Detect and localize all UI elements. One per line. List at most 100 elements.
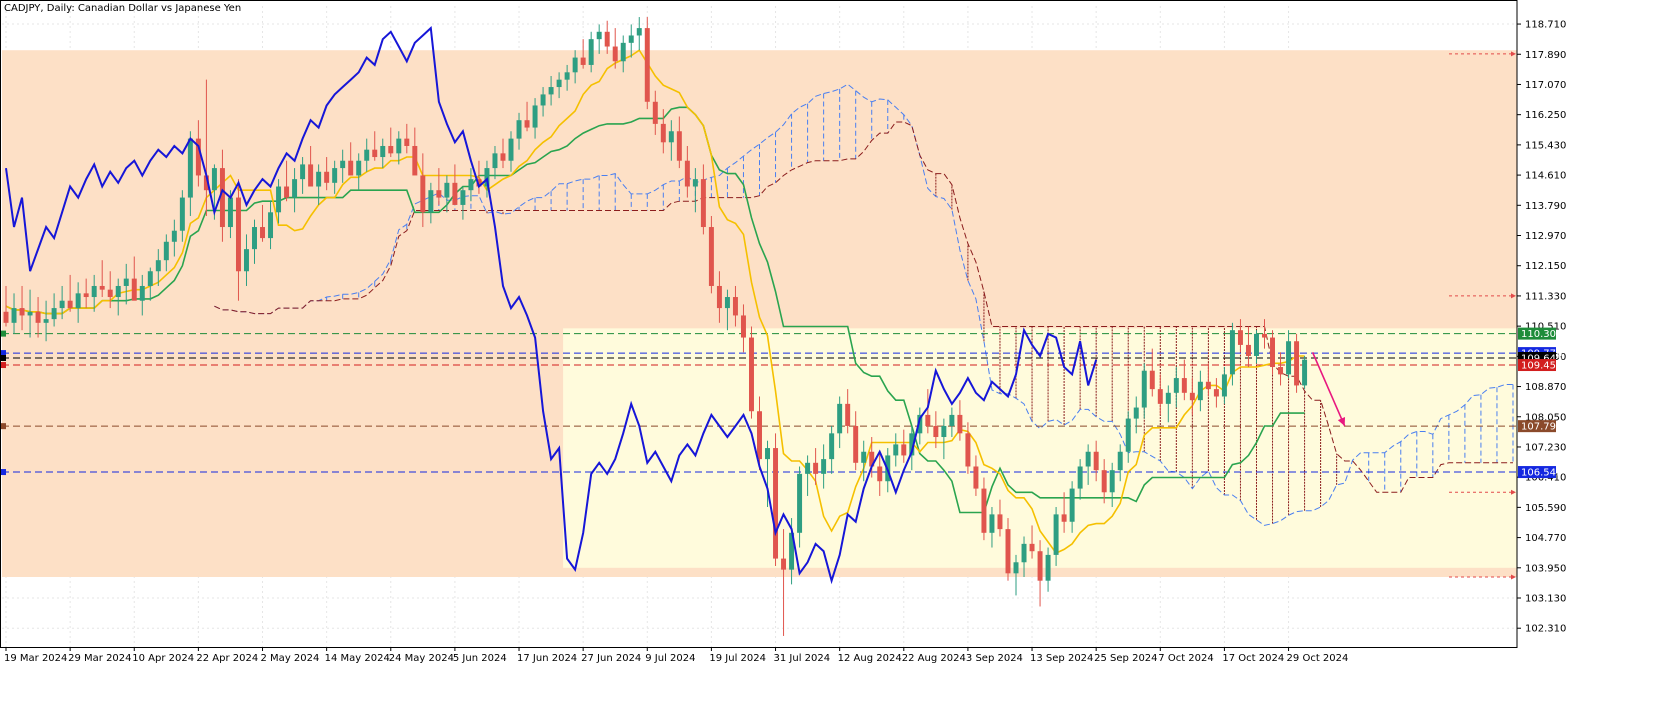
y-tick-label: 113.790 (1525, 201, 1566, 212)
candle-body (1157, 389, 1163, 404)
candle-body (59, 300, 65, 309)
level-price-label: 110.307 (1521, 329, 1562, 340)
candle-body (412, 145, 418, 176)
candle-body (1109, 470, 1115, 493)
candle-body (1245, 344, 1251, 356)
y-tick-label: 107.230 (1525, 442, 1566, 453)
candle-body (781, 558, 787, 570)
candle-body (500, 153, 506, 161)
candle-body (1061, 514, 1067, 522)
chart-canvas[interactable]: 118.710 117.890 117.070 116.250 115.430 114.6… (0, 0, 1679, 713)
candle-body (428, 190, 434, 213)
candle-body (1294, 341, 1300, 386)
y-tick-label: 104.770 (1525, 533, 1566, 544)
x-tick-label: 22 Apr 2024 (196, 653, 258, 664)
candle-body (155, 260, 161, 272)
candle-body (1205, 381, 1211, 390)
candle-body (829, 433, 835, 460)
candle-body (276, 186, 282, 213)
candle-body (901, 444, 907, 456)
candle-body (1197, 381, 1203, 401)
candle-body (845, 403, 851, 426)
candle-body (364, 149, 370, 161)
x-tick-label: 9 Jul 2024 (645, 653, 695, 664)
candle-body (644, 28, 650, 102)
candle-body (1085, 451, 1091, 467)
candle-body (1093, 451, 1099, 471)
candle-body (19, 308, 25, 316)
candle-body (724, 297, 730, 309)
candle-body (1077, 466, 1083, 489)
candle-body (997, 514, 1003, 530)
chart-title: CADJPY, Daily: Canadian Dollar vs Japane… (4, 3, 242, 14)
candle-body (444, 182, 450, 198)
candle-body (941, 425, 947, 438)
candle-body (1149, 370, 1155, 390)
y-tick-label: 102.310 (1525, 624, 1566, 635)
candle-body (243, 249, 249, 272)
candle-body (853, 425, 859, 463)
candle-body (107, 289, 113, 298)
y-tick-label: 108.870 (1525, 382, 1566, 393)
x-tick-label: 12 Aug 2024 (838, 653, 902, 664)
candle-body (893, 444, 899, 456)
candle-body (348, 160, 354, 176)
x-tick-label: 5 Jun 2024 (453, 653, 507, 664)
candle-body (1165, 392, 1171, 404)
x-tick-label: 24 May 2024 (389, 653, 454, 664)
price-zones (2, 50, 1517, 578)
candle-body (1037, 551, 1043, 581)
candle-body (1013, 562, 1019, 574)
y-tick-label: 112.150 (1525, 261, 1566, 272)
candle-body (652, 101, 658, 124)
candle-body (396, 138, 402, 154)
candle-body (740, 315, 746, 338)
candle-body (516, 120, 522, 139)
y-tick-label: 116.250 (1525, 110, 1566, 121)
level-marker (1, 330, 6, 337)
candle-body (524, 120, 530, 128)
x-tick-label: 31 Jul 2024 (774, 653, 831, 664)
candle-body (308, 164, 314, 187)
candle-body (757, 411, 762, 460)
y-tick-label: 114.610 (1525, 171, 1566, 182)
candle-body (684, 160, 690, 187)
candle-body (540, 94, 546, 106)
candle-body (1181, 378, 1187, 393)
candle-body (877, 466, 883, 482)
candle-body (1270, 337, 1276, 368)
candle-body (861, 451, 867, 463)
level-marker (1, 469, 6, 476)
x-tick-label: 17 Oct 2024 (1222, 653, 1284, 664)
candle-body (316, 171, 322, 187)
candle-body (492, 153, 498, 169)
candle-body (765, 448, 771, 460)
level-marker (1, 354, 6, 361)
candle-body (460, 190, 466, 205)
level-price-label: 109.454 (1521, 361, 1562, 372)
candle-body (1221, 374, 1227, 397)
candle-body (805, 462, 811, 474)
candle-body (171, 230, 177, 242)
candle-body (1045, 554, 1051, 581)
candle-body (187, 138, 193, 198)
candle-body (147, 271, 153, 286)
y-tick-label: 103.950 (1525, 563, 1566, 574)
candle-body (548, 87, 554, 95)
candle-body (821, 459, 827, 474)
candle-body (91, 285, 97, 298)
candle-body (3, 311, 9, 323)
candle-body (27, 311, 33, 316)
time-axis[interactable]: 19 Mar 2024 29 Mar 2024 10 Apr 2024 22 Apr … (4, 647, 1348, 664)
candle-body (604, 31, 610, 47)
candle-body (716, 285, 722, 309)
candle-body (1053, 514, 1059, 555)
candle-body (1101, 470, 1107, 493)
candle-body (957, 414, 963, 434)
candle-body (388, 145, 394, 154)
candle-body (300, 164, 306, 180)
candle-body (83, 293, 89, 298)
candle-body (692, 179, 698, 187)
candle-body (452, 182, 458, 205)
candle-body (797, 473, 803, 533)
